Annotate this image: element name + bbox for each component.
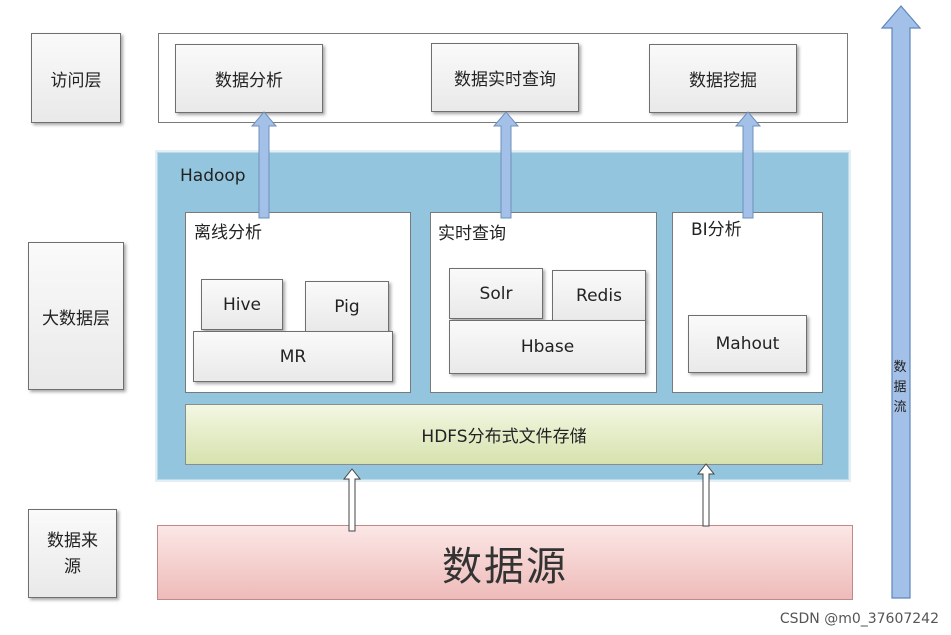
- mr-box: MR: [193, 331, 393, 382]
- layer-label-bigdata: 大数据层: [28, 242, 124, 390]
- layer-label-source: 数据来源: [28, 509, 117, 598]
- access-item-realtime-query-text: 数据实时查询: [454, 70, 556, 90]
- redis-box: Redis: [552, 270, 646, 321]
- layer-label-access: 访问层: [31, 33, 121, 123]
- mahout-box: Mahout: [688, 315, 807, 373]
- arrow-up-icon: [734, 111, 762, 219]
- pig-text: Pig: [334, 296, 360, 317]
- data-flow-arrow-icon: [880, 5, 922, 599]
- pig-box: Pig: [305, 281, 389, 332]
- layer-label-bigdata-text: 大数据层: [42, 308, 110, 329]
- mahout-text: Mahout: [715, 334, 780, 354]
- solr-text: Solr: [479, 283, 513, 304]
- data-source-bar: 数据源: [157, 525, 853, 600]
- layer-label-source-text: 数据来源: [47, 530, 98, 577]
- watermark: CSDN @m0_37607242: [779, 611, 939, 627]
- hive-box: Hive: [201, 279, 283, 330]
- redis-text: Redis: [576, 285, 622, 306]
- access-item-data-mining-text: 数据挖掘: [689, 71, 757, 91]
- offline-analysis-title: 离线分析: [194, 223, 262, 243]
- data-source-text: 数据源: [442, 543, 568, 590]
- hdfs-storage-bar: HDFS分布式文件存储: [185, 404, 823, 465]
- access-item-data-analysis-text: 数据分析: [215, 71, 283, 91]
- access-item-realtime-query: 数据实时查询: [431, 43, 579, 112]
- hbase-box: Hbase: [449, 320, 646, 374]
- arrow-up-icon: [492, 111, 520, 219]
- access-item-data-analysis: 数据分析: [175, 44, 323, 113]
- hadoop-title: Hadoop: [180, 166, 246, 186]
- arrow-up-icon: [342, 468, 362, 532]
- hdfs-storage-text: HDFS分布式文件存储: [421, 427, 587, 447]
- access-item-data-mining: 数据挖掘: [649, 44, 797, 113]
- solr-box: Solr: [449, 268, 543, 319]
- arrow-up-icon: [696, 463, 716, 527]
- arrow-up-icon: [250, 111, 278, 219]
- hive-text: Hive: [222, 294, 262, 315]
- data-flow-label: 数据流: [893, 360, 907, 415]
- realtime-query-title: 实时查询: [438, 224, 506, 244]
- layer-label-access-text: 访问层: [50, 70, 102, 91]
- mr-text: MR: [279, 346, 307, 367]
- hbase-text: Hbase: [520, 337, 575, 357]
